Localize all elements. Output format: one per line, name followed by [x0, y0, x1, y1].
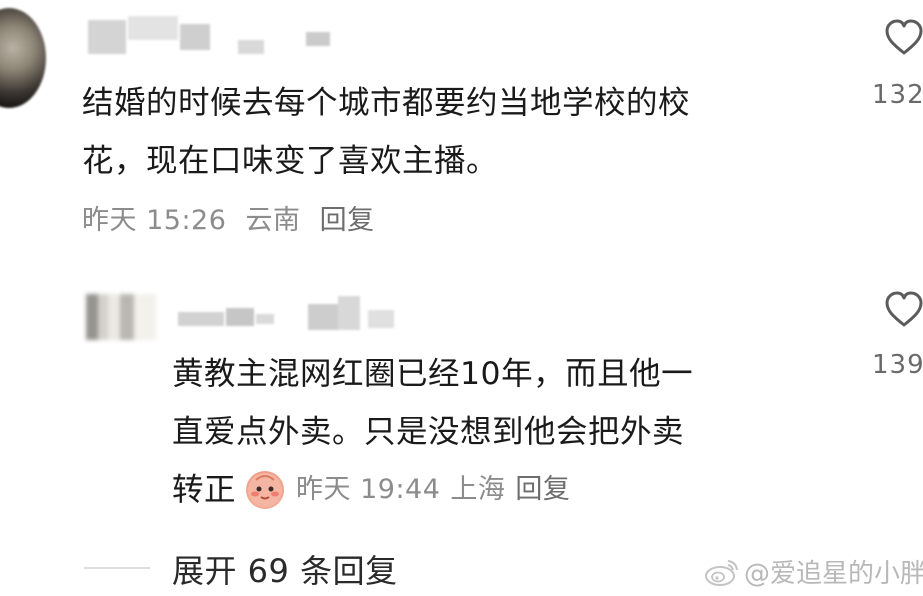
commenter-name-blurred[interactable]	[88, 14, 348, 60]
comment-reply-button[interactable]: 回复	[320, 205, 375, 236]
heart-outline-icon[interactable]	[884, 18, 923, 58]
reply-reply-button[interactable]: 回复	[515, 461, 570, 519]
comment-text: 结婚的时候去每个城市都要约当地学校的校 花，现在口味变了喜欢主播。	[82, 74, 862, 190]
reply-time: 昨天 19:44	[296, 474, 441, 505]
replier-name-blurred[interactable]	[178, 296, 408, 336]
reply-text-line: 转正 昨天 19:44 上海 回复	[172, 461, 832, 519]
reply-like-count: 139	[872, 350, 923, 380]
comment-location: 云南	[245, 205, 301, 236]
watermark: @爱追星的小胖	[704, 553, 923, 590]
comment-like-count: 132	[872, 80, 923, 110]
expand-divider	[84, 567, 150, 569]
comment-meta: 昨天 15:26 云南 回复	[82, 198, 375, 237]
heart-outline-icon[interactable]	[884, 290, 923, 330]
comment-time: 昨天 15:26	[82, 205, 227, 236]
commenter-avatar[interactable]	[0, 8, 46, 108]
blushing-face-emoji-icon	[246, 471, 285, 509]
comment-text-line: 结婚的时候去每个城市都要约当地学校的校	[82, 85, 691, 121]
reply-text-line: 直爱点外卖。只是没想到他会把外卖	[172, 414, 685, 450]
comment-text-line: 花，现在口味变了喜欢主播。	[82, 143, 499, 179]
expand-replies-button[interactable]: 展开 69 条回复	[172, 546, 398, 592]
watermark-text: @爱追星的小胖	[744, 559, 923, 589]
reply-location: 上海	[450, 474, 506, 505]
cropped-edge	[172, 335, 832, 357]
replier-avatar[interactable]	[86, 294, 156, 340]
reply-text-last: 转正	[172, 472, 237, 508]
weibo-logo-icon	[705, 559, 738, 586]
reply-text: 黄教主混网红圈已经10年，而且他一 直爱点外卖。只是没想到他会把外卖 转正 昨天…	[172, 345, 832, 519]
